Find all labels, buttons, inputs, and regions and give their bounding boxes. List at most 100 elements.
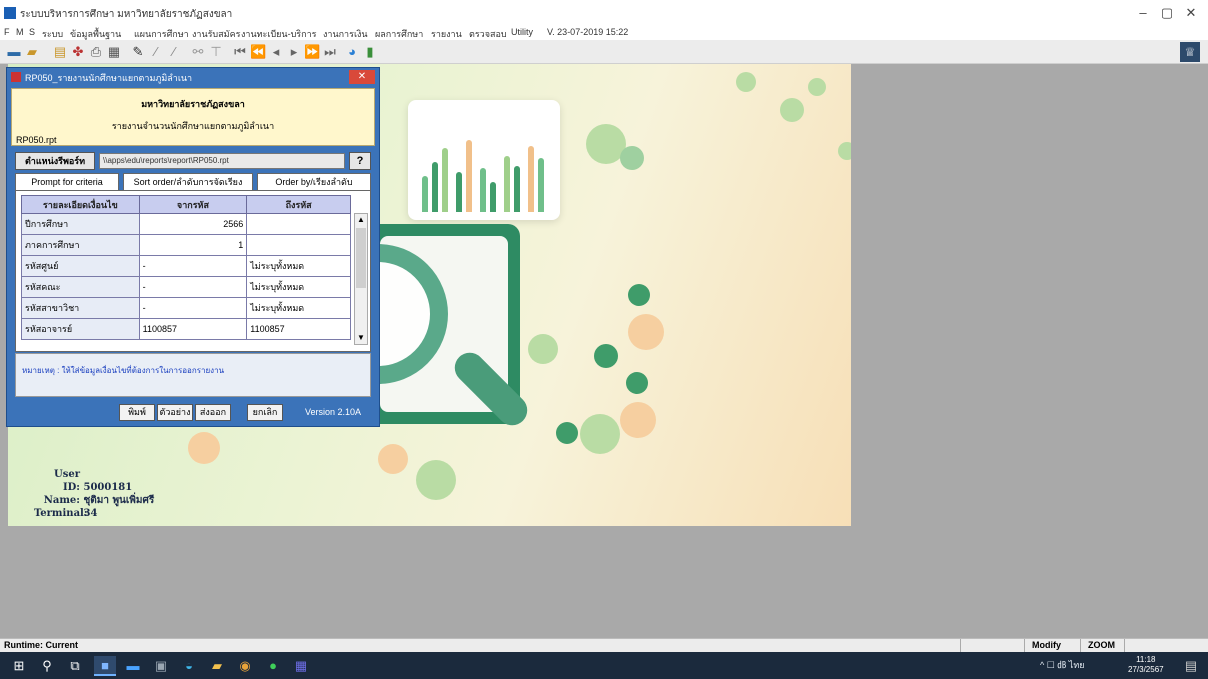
row-from-input[interactable]: -	[138, 255, 248, 277]
system-tray[interactable]: ^ ☐ ㏈ ไทย	[1040, 658, 1085, 672]
menu-system[interactable]: ระบบ	[42, 27, 63, 41]
clock[interactable]: 11:18 27/3/2567	[1128, 655, 1164, 675]
report-dialog: RP050_รายงานนักศึกษาแยกตามภูมิลำเนา ✕ มห…	[6, 67, 380, 427]
report-name: รายงานจำนวนนักศึกษาแยกตามภูมิลำเนา	[111, 121, 275, 131]
row-to-input[interactable]	[246, 234, 351, 256]
menu-reports[interactable]: รายงาน	[431, 27, 462, 41]
help-button[interactable]: ?	[349, 152, 371, 170]
scroll-up-icon[interactable]: ▲	[355, 214, 367, 226]
dialog-close-button[interactable]: ✕	[349, 70, 375, 84]
row-to-input[interactable]	[246, 213, 351, 235]
mail-icon[interactable]: ▬	[122, 656, 144, 676]
menu-m[interactable]: M	[16, 27, 24, 37]
menu-version: V. 23-07-2019 15:22	[547, 27, 629, 37]
row-from-input[interactable]: 1	[138, 234, 248, 256]
onenote-icon[interactable]: ▦	[290, 656, 312, 676]
scroll-thumb[interactable]	[356, 228, 366, 288]
report-path-field[interactable]: \\apps\edu\reports\report\RP050.rpt	[99, 153, 345, 169]
menu-results[interactable]: ผลการศึกษา	[375, 27, 423, 41]
pencil-gray-icon[interactable]: ⁄	[166, 44, 182, 60]
report-path-button[interactable]: ตำแหน่งรีพอร์ท	[15, 152, 95, 170]
dialog-tabs: Prompt for criteria Sort order/ลำดับการจ…	[15, 173, 371, 191]
criteria-scrollbar[interactable]: ▲ ▼	[354, 213, 368, 345]
menu-check[interactable]: ตรวจสอบ	[469, 27, 507, 41]
edit-icon[interactable]: ▦	[106, 44, 122, 60]
chart-card-illustration	[408, 100, 560, 220]
row-from-input[interactable]: 2566	[138, 213, 248, 235]
tab-order-by[interactable]: Order by/เรียงลำดับ	[257, 173, 371, 191]
close-button[interactable]: ✕	[1180, 4, 1202, 22]
row-label: รหัสคณะ	[21, 276, 140, 298]
pencil-icon[interactable]: ✎	[130, 44, 146, 60]
last-record-icon[interactable]: ⏭	[322, 44, 338, 60]
dialog-app-icon	[11, 72, 21, 82]
app-edu-icon[interactable]: ■	[94, 656, 116, 676]
print-button[interactable]: พิมพ์	[119, 404, 155, 421]
terminal-label: Terminal:	[34, 508, 88, 519]
scroll-down-icon[interactable]: ▼	[355, 332, 367, 344]
menu-finance[interactable]: งานการเงิน	[323, 27, 368, 41]
globe-icon[interactable]: ◕	[344, 44, 360, 60]
person-icon[interactable]: ▮	[362, 44, 378, 60]
row-to-input[interactable]: 1100857	[246, 318, 351, 340]
next-record-icon[interactable]: ▸	[286, 44, 302, 60]
cancel-button[interactable]: ยกเลิก	[247, 404, 283, 421]
pencil-alt-icon[interactable]: ⁄	[148, 44, 164, 60]
table-row: ปีการศึกษา 2566	[21, 213, 351, 235]
tab-sort-order[interactable]: Sort order/ลำดับการจัดเรียง	[123, 173, 253, 191]
row-from-input[interactable]: -	[138, 276, 248, 298]
chrome-icon[interactable]: ◉	[234, 656, 256, 676]
calculator-icon[interactable]: ▣	[150, 656, 172, 676]
row-to-input[interactable]: ไม่ระบุทั้งหมด	[246, 255, 351, 277]
version-label: Version 2.10A	[305, 407, 362, 417]
first-record-icon[interactable]: ⏮	[232, 44, 248, 60]
status-runtime: Runtime: Current	[4, 640, 78, 650]
row-to-input[interactable]: ไม่ระบุทั้งหมด	[246, 276, 351, 298]
save-icon[interactable]: ▬	[6, 44, 22, 60]
menu-admission[interactable]: งานรับสมัคร	[192, 27, 240, 41]
dialog-button-row: พิมพ์ ตัวอย่าง ส่งออก ยกเลิก Version 2.1…	[15, 401, 371, 423]
dialog-titlebar[interactable]: RP050_รายงานนักศึกษาแยกตามภูมิลำเนา ✕	[7, 68, 379, 86]
row-to-input[interactable]: ไม่ระบุทั้งหมด	[246, 297, 351, 319]
user-info-panel: User ID: 5000181 Name: ชุติมา พูนเพิ่มศร…	[34, 468, 154, 520]
menu-basic-data[interactable]: ข้อมูลพื้นฐาน	[70, 27, 121, 41]
row-from-input[interactable]: 1100857	[138, 318, 248, 340]
folder-icon[interactable]: ▰	[24, 44, 40, 60]
edge-icon[interactable]: ◒	[178, 656, 200, 676]
tab-prompt-criteria[interactable]: Prompt for criteria	[15, 173, 119, 191]
prev-record-icon[interactable]: ◂	[268, 44, 284, 60]
maximize-button[interactable]: ▢	[1156, 4, 1178, 22]
prev-page-icon[interactable]: ⏪	[250, 44, 266, 60]
report-file-name: RP050.rpt	[16, 135, 57, 145]
book-icon[interactable]: ▤	[52, 44, 68, 60]
user-name-label: Name:	[43, 495, 80, 506]
menu-f[interactable]: F	[4, 27, 10, 37]
col-from: จากรหัส	[138, 195, 248, 214]
menu-s[interactable]: S	[29, 27, 35, 37]
minimize-button[interactable]: –	[1132, 4, 1154, 22]
binoculars-icon[interactable]: ⚯	[190, 44, 206, 60]
export-button[interactable]: ส่งออก	[195, 404, 231, 421]
print-icon[interactable]: ⎙	[88, 44, 104, 60]
next-page-icon[interactable]: ⏩	[304, 44, 320, 60]
notification-icon[interactable]: ▤	[1180, 656, 1202, 676]
table-row: รหัสอาจารย์ 1100857 1100857	[21, 318, 351, 340]
tree-icon[interactable]: ✤	[70, 44, 86, 60]
row-from-input[interactable]: -	[138, 297, 248, 319]
menu-study-plan[interactable]: แผนการศึกษา	[134, 27, 189, 41]
menu-registration[interactable]: งานทะเบียน-บริการ	[241, 27, 316, 41]
filter-icon[interactable]: ⊤	[208, 44, 224, 60]
preview-button[interactable]: ตัวอย่าง	[157, 404, 193, 421]
table-row: ภาคการศึกษา 1	[21, 234, 351, 256]
clock-date: 27/3/2567	[1128, 665, 1164, 674]
row-label: ปีการศึกษา	[21, 213, 140, 235]
taskbar: ⊞ ⚲ ⧉ ■ ▬ ▣ ◒ ▰ ◉ ● ▦ ^ ☐ ㏈ ไทย 11:18 27…	[0, 652, 1208, 679]
report-path-row: ตำแหน่งรีพอร์ท \\apps\edu\reports\report…	[15, 152, 371, 170]
explorer-icon[interactable]: ▰	[206, 656, 228, 676]
line-icon[interactable]: ●	[262, 656, 284, 676]
user-name-value: ชุติมา พูนเพิ่มศรี	[83, 495, 155, 506]
windows-start-icon[interactable]: ⊞	[8, 656, 30, 676]
menu-utility[interactable]: Utility	[511, 27, 533, 37]
search-icon[interactable]: ⚲	[36, 656, 58, 676]
task-view-icon[interactable]: ⧉	[64, 656, 86, 676]
